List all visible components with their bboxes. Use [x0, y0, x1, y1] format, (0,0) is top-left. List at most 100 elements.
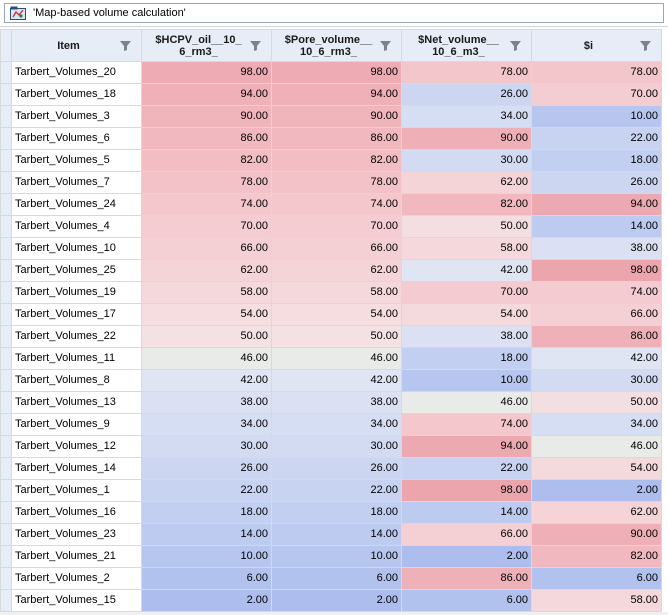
- cell-net-volume[interactable]: 50.00: [401, 215, 532, 238]
- cell-i[interactable]: 10.00: [531, 105, 662, 128]
- cell-i[interactable]: 42.00: [531, 347, 662, 370]
- cell-pore-volume[interactable]: 34.00: [271, 413, 402, 436]
- cell-item[interactable]: Tarbert_Volumes_10: [11, 237, 142, 260]
- cell-i[interactable]: 62.00: [531, 501, 662, 524]
- filter-icon[interactable]: [379, 40, 393, 52]
- cell-pore-volume[interactable]: 46.00: [271, 347, 402, 370]
- cell-item[interactable]: Tarbert_Volumes_17: [11, 303, 142, 326]
- cell-i[interactable]: 34.00: [531, 413, 662, 436]
- cell-item[interactable]: Tarbert_Volumes_2: [11, 567, 142, 590]
- cell-net-volume[interactable]: 22.00: [401, 457, 532, 480]
- row-header[interactable]: [0, 259, 12, 282]
- cell-i[interactable]: 70.00: [531, 83, 662, 106]
- cell-net-volume[interactable]: 2.00: [401, 545, 532, 568]
- cell-pore-volume[interactable]: 74.00: [271, 193, 402, 216]
- table-row[interactable]: Tarbert_Volumes_3 90.00 90.00 34.00 10.00: [0, 105, 662, 128]
- cell-hcpv-oil[interactable]: 66.00: [141, 237, 272, 260]
- table-row[interactable]: Tarbert_Volumes_21 10.00 10.00 2.00 82.00: [0, 545, 662, 568]
- cell-i[interactable]: 22.00: [531, 127, 662, 150]
- cell-pore-volume[interactable]: 6.00: [271, 567, 402, 590]
- table-row[interactable]: Tarbert_Volumes_13 38.00 38.00 46.00 50.00: [0, 391, 662, 414]
- column-header-item[interactable]: Item: [11, 29, 142, 62]
- row-header[interactable]: [0, 501, 12, 524]
- cell-item[interactable]: Tarbert_Volumes_25: [11, 259, 142, 282]
- cell-pore-volume[interactable]: 70.00: [271, 215, 402, 238]
- cell-net-volume[interactable]: 18.00: [401, 347, 532, 370]
- row-header[interactable]: [0, 215, 12, 238]
- cell-item[interactable]: Tarbert_Volumes_18: [11, 83, 142, 106]
- cell-pore-volume[interactable]: 62.00: [271, 259, 402, 282]
- row-header[interactable]: [0, 589, 12, 612]
- table-row[interactable]: Tarbert_Volumes_7 78.00 78.00 62.00 26.00: [0, 171, 662, 194]
- table-row[interactable]: Tarbert_Volumes_15 2.00 2.00 6.00 58.00: [0, 589, 662, 612]
- cell-net-volume[interactable]: 66.00: [401, 523, 532, 546]
- cell-hcpv-oil[interactable]: 70.00: [141, 215, 272, 238]
- cell-item[interactable]: Tarbert_Volumes_8: [11, 369, 142, 392]
- cell-i[interactable]: 6.00: [531, 567, 662, 590]
- table-row[interactable]: Tarbert_Volumes_23 14.00 14.00 66.00 90.00: [0, 523, 662, 546]
- filter-icon[interactable]: [509, 40, 523, 52]
- cell-net-volume[interactable]: 90.00: [401, 127, 532, 150]
- cell-item[interactable]: Tarbert_Volumes_20: [11, 61, 142, 84]
- column-header-i[interactable]: $i: [531, 29, 662, 62]
- cell-item[interactable]: Tarbert_Volumes_5: [11, 149, 142, 172]
- cell-hcpv-oil[interactable]: 54.00: [141, 303, 272, 326]
- cell-net-volume[interactable]: 6.00: [401, 589, 532, 612]
- cell-net-volume[interactable]: 30.00: [401, 149, 532, 172]
- cell-hcpv-oil[interactable]: 30.00: [141, 435, 272, 458]
- cell-hcpv-oil[interactable]: 58.00: [141, 281, 272, 304]
- cell-i[interactable]: 86.00: [531, 325, 662, 348]
- cell-net-volume[interactable]: 94.00: [401, 435, 532, 458]
- table-row[interactable]: Tarbert_Volumes_2 6.00 6.00 86.00 6.00: [0, 567, 662, 590]
- cell-pore-volume[interactable]: 42.00: [271, 369, 402, 392]
- table-row[interactable]: Tarbert_Volumes_18 94.00 94.00 26.00 70.00: [0, 83, 662, 106]
- row-header[interactable]: [0, 567, 12, 590]
- cell-item[interactable]: Tarbert_Volumes_4: [11, 215, 142, 238]
- cell-net-volume[interactable]: 54.00: [401, 303, 532, 326]
- cell-hcpv-oil[interactable]: 94.00: [141, 83, 272, 106]
- row-header[interactable]: [0, 193, 12, 216]
- cell-hcpv-oil[interactable]: 42.00: [141, 369, 272, 392]
- cell-item[interactable]: Tarbert_Volumes_12: [11, 435, 142, 458]
- row-header[interactable]: [0, 457, 12, 480]
- cell-pore-volume[interactable]: 98.00: [271, 61, 402, 84]
- cell-item[interactable]: Tarbert_Volumes_22: [11, 325, 142, 348]
- table-row[interactable]: Tarbert_Volumes_5 82.00 82.00 30.00 18.00: [0, 149, 662, 172]
- row-header[interactable]: [0, 149, 12, 172]
- cell-item[interactable]: Tarbert_Volumes_6: [11, 127, 142, 150]
- cell-pore-volume[interactable]: 38.00: [271, 391, 402, 414]
- cell-net-volume[interactable]: 26.00: [401, 83, 532, 106]
- cell-item[interactable]: Tarbert_Volumes_23: [11, 523, 142, 546]
- row-header[interactable]: [0, 127, 12, 150]
- cell-item[interactable]: Tarbert_Volumes_19: [11, 281, 142, 304]
- cell-pore-volume[interactable]: 22.00: [271, 479, 402, 502]
- cell-pore-volume[interactable]: 50.00: [271, 325, 402, 348]
- title-field[interactable]: 'Map-based volume calculation': [4, 3, 664, 23]
- cell-i[interactable]: 74.00: [531, 281, 662, 304]
- table-row[interactable]: Tarbert_Volumes_14 26.00 26.00 22.00 54.00: [0, 457, 662, 480]
- row-header[interactable]: [0, 545, 12, 568]
- row-header[interactable]: [0, 435, 12, 458]
- cell-pore-volume[interactable]: 10.00: [271, 545, 402, 568]
- cell-item[interactable]: Tarbert_Volumes_24: [11, 193, 142, 216]
- cell-i[interactable]: 46.00: [531, 435, 662, 458]
- table-row[interactable]: Tarbert_Volumes_4 70.00 70.00 50.00 14.00: [0, 215, 662, 238]
- row-header[interactable]: [0, 325, 12, 348]
- cell-hcpv-oil[interactable]: 2.00: [141, 589, 272, 612]
- filter-icon[interactable]: [119, 40, 133, 52]
- row-header[interactable]: [0, 347, 12, 370]
- cell-pore-volume[interactable]: 86.00: [271, 127, 402, 150]
- table-row[interactable]: Tarbert_Volumes_20 98.00 98.00 78.00 78.00: [0, 61, 662, 84]
- cell-hcpv-oil[interactable]: 6.00: [141, 567, 272, 590]
- table-row[interactable]: Tarbert_Volumes_22 50.00 50.00 38.00 86.00: [0, 325, 662, 348]
- cell-i[interactable]: 82.00: [531, 545, 662, 568]
- row-header[interactable]: [0, 413, 12, 436]
- table-row[interactable]: Tarbert_Volumes_11 46.00 46.00 18.00 42.00: [0, 347, 662, 370]
- cell-net-volume[interactable]: 86.00: [401, 567, 532, 590]
- table-row[interactable]: Tarbert_Volumes_24 74.00 74.00 82.00 94.00: [0, 193, 662, 216]
- row-header[interactable]: [0, 105, 12, 128]
- cell-hcpv-oil[interactable]: 26.00: [141, 457, 272, 480]
- cell-hcpv-oil[interactable]: 86.00: [141, 127, 272, 150]
- table-row[interactable]: Tarbert_Volumes_1 22.00 22.00 98.00 2.00: [0, 479, 662, 502]
- cell-i[interactable]: 78.00: [531, 61, 662, 84]
